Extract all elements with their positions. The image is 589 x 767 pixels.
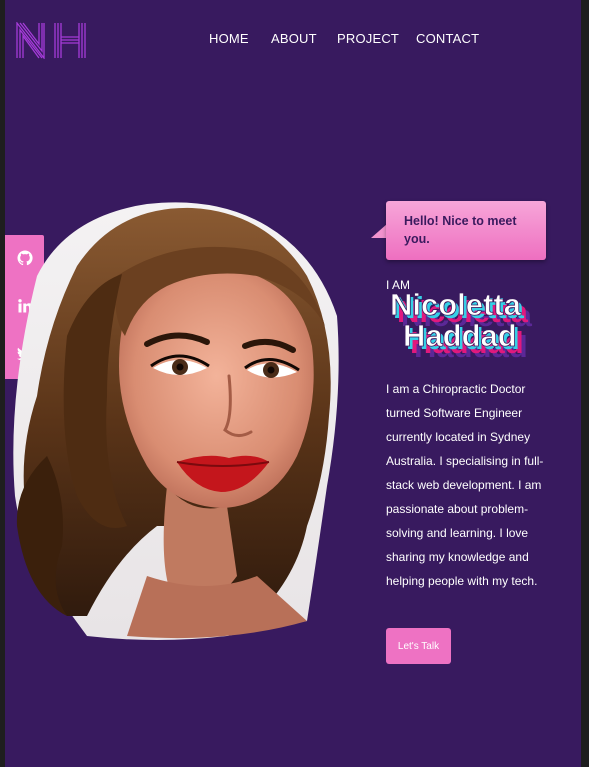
bio-line: stack web development. I am: [386, 478, 542, 492]
bio-line: helping people with my tech.: [386, 574, 538, 588]
nav-home[interactable]: HOME: [209, 31, 249, 46]
bio-line: sharing my knowledge and: [386, 550, 529, 564]
bio-line: I am a Chiropractic Doctor: [386, 382, 526, 396]
bio-line: solving and learning. I love: [386, 526, 529, 540]
bio-line: Australia. I specialising in full-: [386, 454, 544, 468]
nav-about[interactable]: ABOUT: [271, 31, 317, 46]
name-heading: Nicoletta Nicoletta Nicoletta Nicoletta …: [390, 287, 533, 364]
page: NH HOME ABOUT PROJECT CONTACT Hello! Nic…: [5, 0, 581, 767]
bio-paragraph: I am a Chiropractic Doctor turned Softwa…: [386, 377, 556, 593]
greeting-text: Hello! Nice to meet you.: [404, 214, 517, 246]
nav-project[interactable]: PROJECT: [337, 31, 399, 46]
nh-logo[interactable]: NH: [16, 22, 89, 59]
name-line1: Nicoletta: [390, 287, 522, 322]
bubble-tail: [371, 224, 387, 238]
nav-contact[interactable]: CONTACT: [416, 31, 479, 46]
greeting-bubble: Hello! Nice to meet you.: [386, 201, 546, 260]
bio-line: currently located in Sydney: [386, 430, 531, 444]
lets-talk-button[interactable]: Let's Talk: [386, 628, 451, 664]
bio-line: turned Software Engineer: [386, 406, 523, 420]
bio-line: passionate about problem-: [386, 502, 529, 516]
name-line2: Haddad: [403, 318, 517, 353]
profile-portrait: [13, 202, 339, 640]
